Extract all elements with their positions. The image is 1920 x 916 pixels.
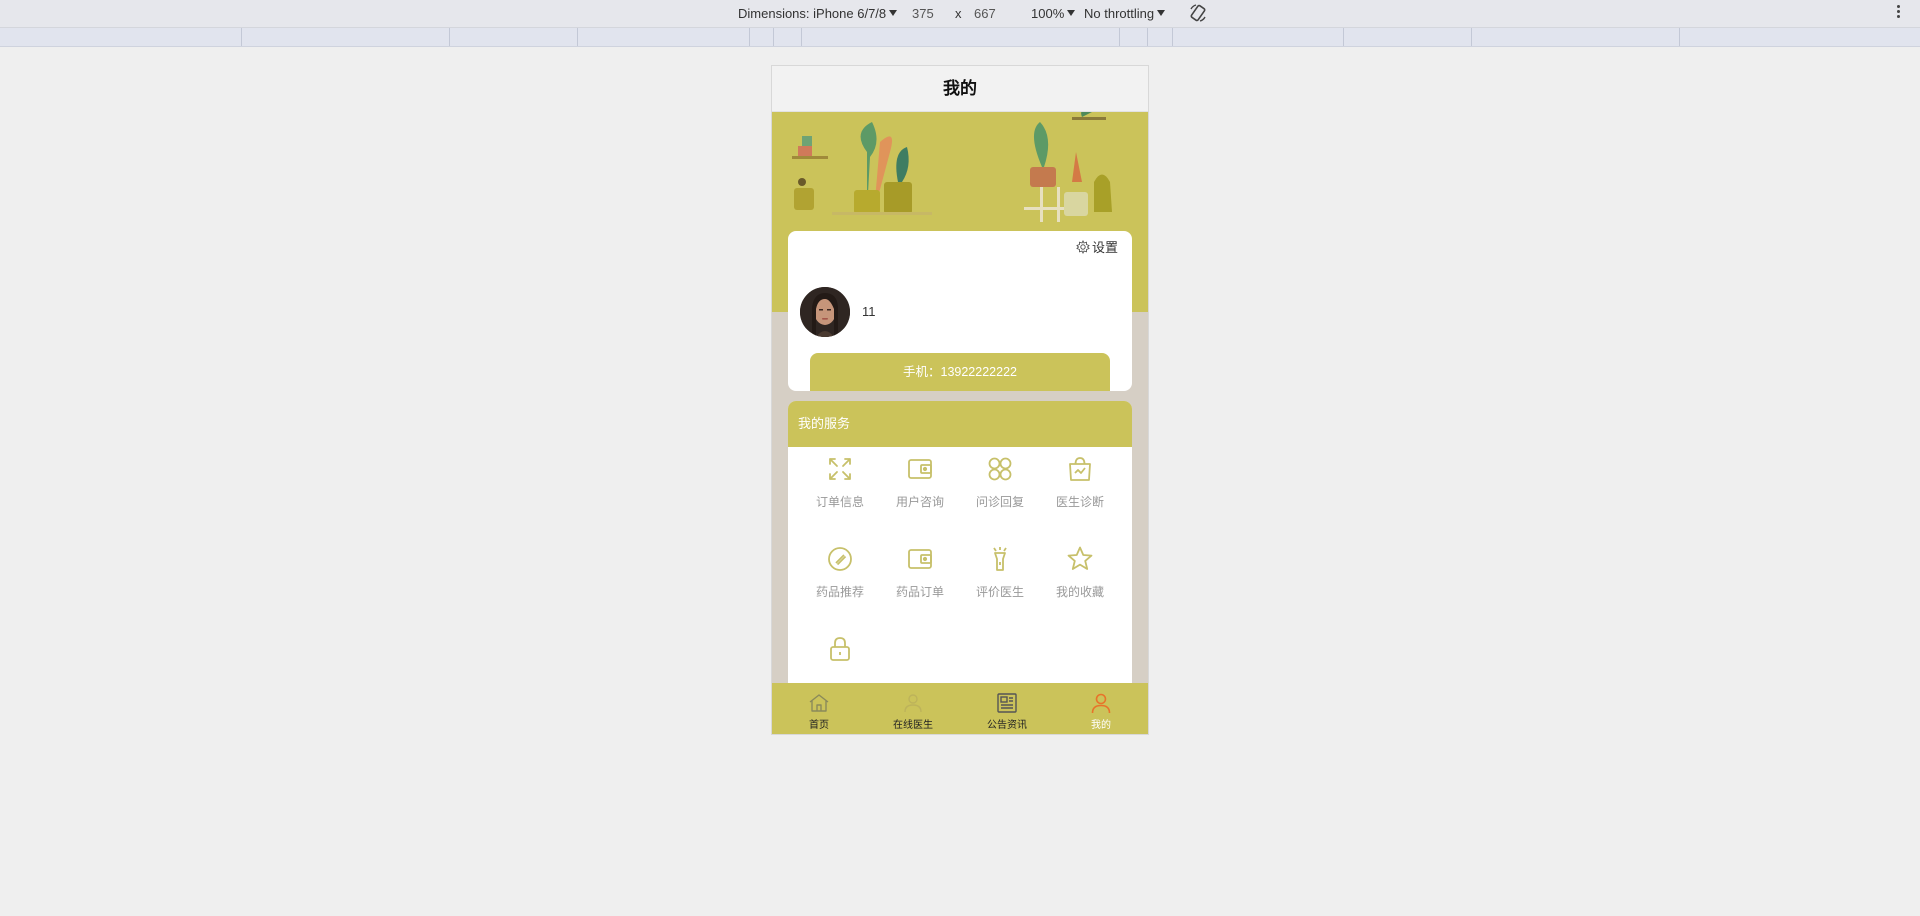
plants-illustration — [792, 110, 1112, 222]
expand-icon — [829, 458, 851, 480]
service-lock[interactable] — [800, 635, 880, 673]
tab-me[interactable]: 我的 — [1054, 683, 1148, 734]
tab-label: 首页 — [809, 720, 829, 731]
compass-icon — [828, 547, 852, 571]
service-label: 评价医生 — [975, 585, 1024, 599]
tab-label: 在线医生 — [893, 720, 933, 731]
height-input[interactable]: 667 — [974, 6, 996, 21]
service-user-consult[interactable]: 用户咨询 — [880, 455, 960, 510]
throttling-select[interactable]: No throttling — [1084, 6, 1166, 21]
zoom-select[interactable]: 100% — [1031, 6, 1076, 21]
service-label: 药品推荐 — [815, 585, 864, 599]
service-drug-order[interactable]: 药品订单 — [880, 545, 960, 600]
tab-home[interactable]: 首页 — [772, 683, 866, 734]
service-order-info[interactable]: 订单信息 — [800, 455, 880, 510]
news-icon — [997, 693, 1017, 713]
devtools-toolbar: Dimensions: iPhone 6/7/8 375 x 667 100% … — [0, 0, 1920, 28]
service-label: 用户咨询 — [895, 495, 944, 509]
times-sign: x — [955, 6, 962, 21]
service-label: 问诊回复 — [975, 495, 1024, 509]
wallet-icon — [908, 459, 932, 479]
more-options-icon[interactable] — [1895, 5, 1901, 21]
service-drug-recommend[interactable]: 药品推荐 — [800, 545, 880, 600]
phone-number-bar: 手机：13922222222 — [810, 353, 1110, 391]
star-icon — [1067, 546, 1093, 570]
service-rate-doctor[interactable]: 评价医生 — [960, 545, 1040, 600]
rotate-icon[interactable] — [1188, 3, 1208, 23]
tab-label: 公告资讯 — [987, 720, 1027, 731]
user-icon — [1091, 693, 1111, 714]
services-title: 我的服务 — [788, 401, 1132, 447]
bag-icon — [1069, 457, 1091, 481]
tab-online-doctor[interactable]: 在线医生 — [866, 683, 960, 734]
gear-icon — [1076, 239, 1090, 254]
avatar-portrait — [800, 287, 850, 337]
avatar[interactable] — [800, 287, 850, 337]
lock-icon — [830, 637, 850, 661]
wallet-icon — [908, 549, 932, 569]
width-input[interactable]: 375 — [912, 6, 934, 21]
service-label: 药品订单 — [895, 585, 944, 599]
service-label: 医生诊断 — [1055, 495, 1104, 509]
user-card: 设置 11 手机：13922222222 — [788, 231, 1132, 391]
service-my-favorites[interactable]: 我的收藏 — [1040, 545, 1120, 600]
apps-icon — [988, 457, 1012, 481]
page-title: 我的 — [772, 66, 1148, 112]
doctor-icon — [904, 694, 922, 713]
settings-button[interactable]: 设置 — [1076, 237, 1118, 256]
service-consult-reply[interactable]: 问诊回复 — [960, 455, 1040, 510]
tab-news[interactable]: 公告资讯 — [960, 683, 1054, 734]
flashlight-icon — [993, 547, 1007, 571]
tab-label: 我的 — [1091, 720, 1111, 731]
home-icon — [809, 694, 829, 712]
my-services-panel: 我的服务 订单信息 用户咨询 问诊回复 医生诊断 药品推荐 药品订单 评价医生 … — [788, 401, 1132, 701]
service-label: 我的收藏 — [1055, 585, 1104, 599]
username: 11 — [862, 304, 876, 319]
bottom-tab-bar: 首页 在线医生 公告资讯 我的 — [772, 683, 1148, 734]
media-query-ruler — [0, 28, 1920, 47]
device-select[interactable]: Dimensions: iPhone 6/7/8 — [738, 6, 898, 21]
phone-viewport: 我的 设置 11 手机：13922222222 我的服务 订单信息 用户咨询 问… — [772, 66, 1148, 734]
settings-label: 设置 — [1091, 240, 1118, 255]
service-doctor-diagnosis[interactable]: 医生诊断 — [1040, 455, 1120, 510]
service-label: 订单信息 — [815, 495, 864, 509]
